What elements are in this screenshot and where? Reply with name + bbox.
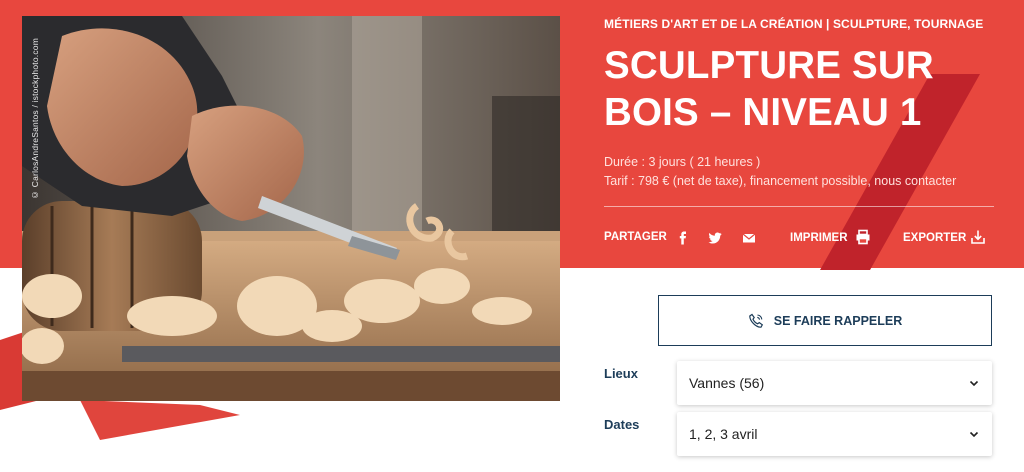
photo-credit: © CarlosAndreSantos / istockphoto.com [30, 38, 40, 200]
mail-icon[interactable] [742, 231, 756, 245]
dates-select[interactable]: 1, 2, 3 avril [677, 412, 992, 456]
share-label: PARTAGER [604, 231, 667, 243]
lieux-select[interactable]: Vannes (56) [677, 361, 992, 405]
printer-icon[interactable] [855, 229, 871, 245]
duration-text: Durée : 3 jours ( 21 heures ) [604, 155, 761, 169]
export-button[interactable]: EXPORTER [903, 232, 966, 244]
divider [604, 206, 994, 207]
page-title: SCULPTURE SUR BOIS – NIVEAU 1 [604, 44, 934, 134]
callback-button[interactable]: SE FAIRE RAPPELER [658, 295, 992, 346]
facebook-icon[interactable] [676, 231, 690, 245]
lieux-label: Lieux [604, 366, 638, 381]
chevron-down-icon [969, 380, 979, 387]
price-text: Tarif : 798 € (net de taxe), financement… [604, 174, 957, 188]
twitter-icon[interactable] [708, 231, 722, 245]
woodcarving-image [22, 16, 560, 401]
lieux-value: Vannes (56) [689, 375, 765, 391]
chevron-down-icon [969, 431, 979, 438]
print-button[interactable]: IMPRIMER [790, 232, 848, 244]
download-icon[interactable] [970, 229, 986, 245]
callback-label: SE FAIRE RAPPELER [773, 313, 903, 328]
dates-value: 1, 2, 3 avril [689, 426, 758, 442]
phone-icon [748, 313, 763, 328]
course-photo [22, 16, 560, 401]
dates-label: Dates [604, 417, 640, 432]
category-breadcrumb: MÉTIERS D'ART ET DE LA CRÉATION | SCULPT… [604, 17, 984, 31]
